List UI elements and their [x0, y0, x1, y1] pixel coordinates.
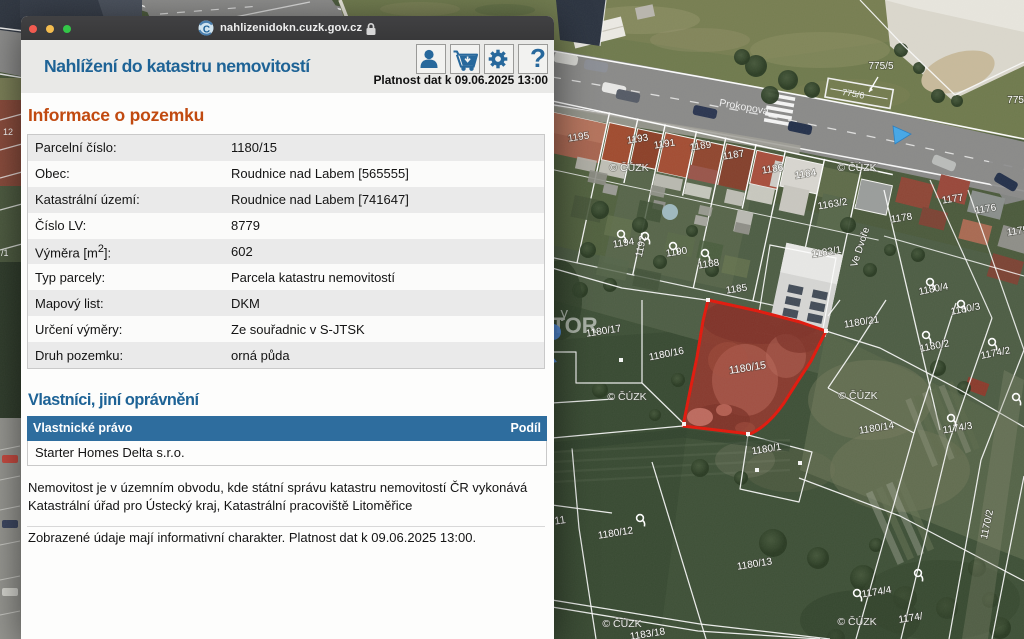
svg-text:?: ? [530, 44, 546, 73]
svg-text:C: C [203, 25, 210, 36]
